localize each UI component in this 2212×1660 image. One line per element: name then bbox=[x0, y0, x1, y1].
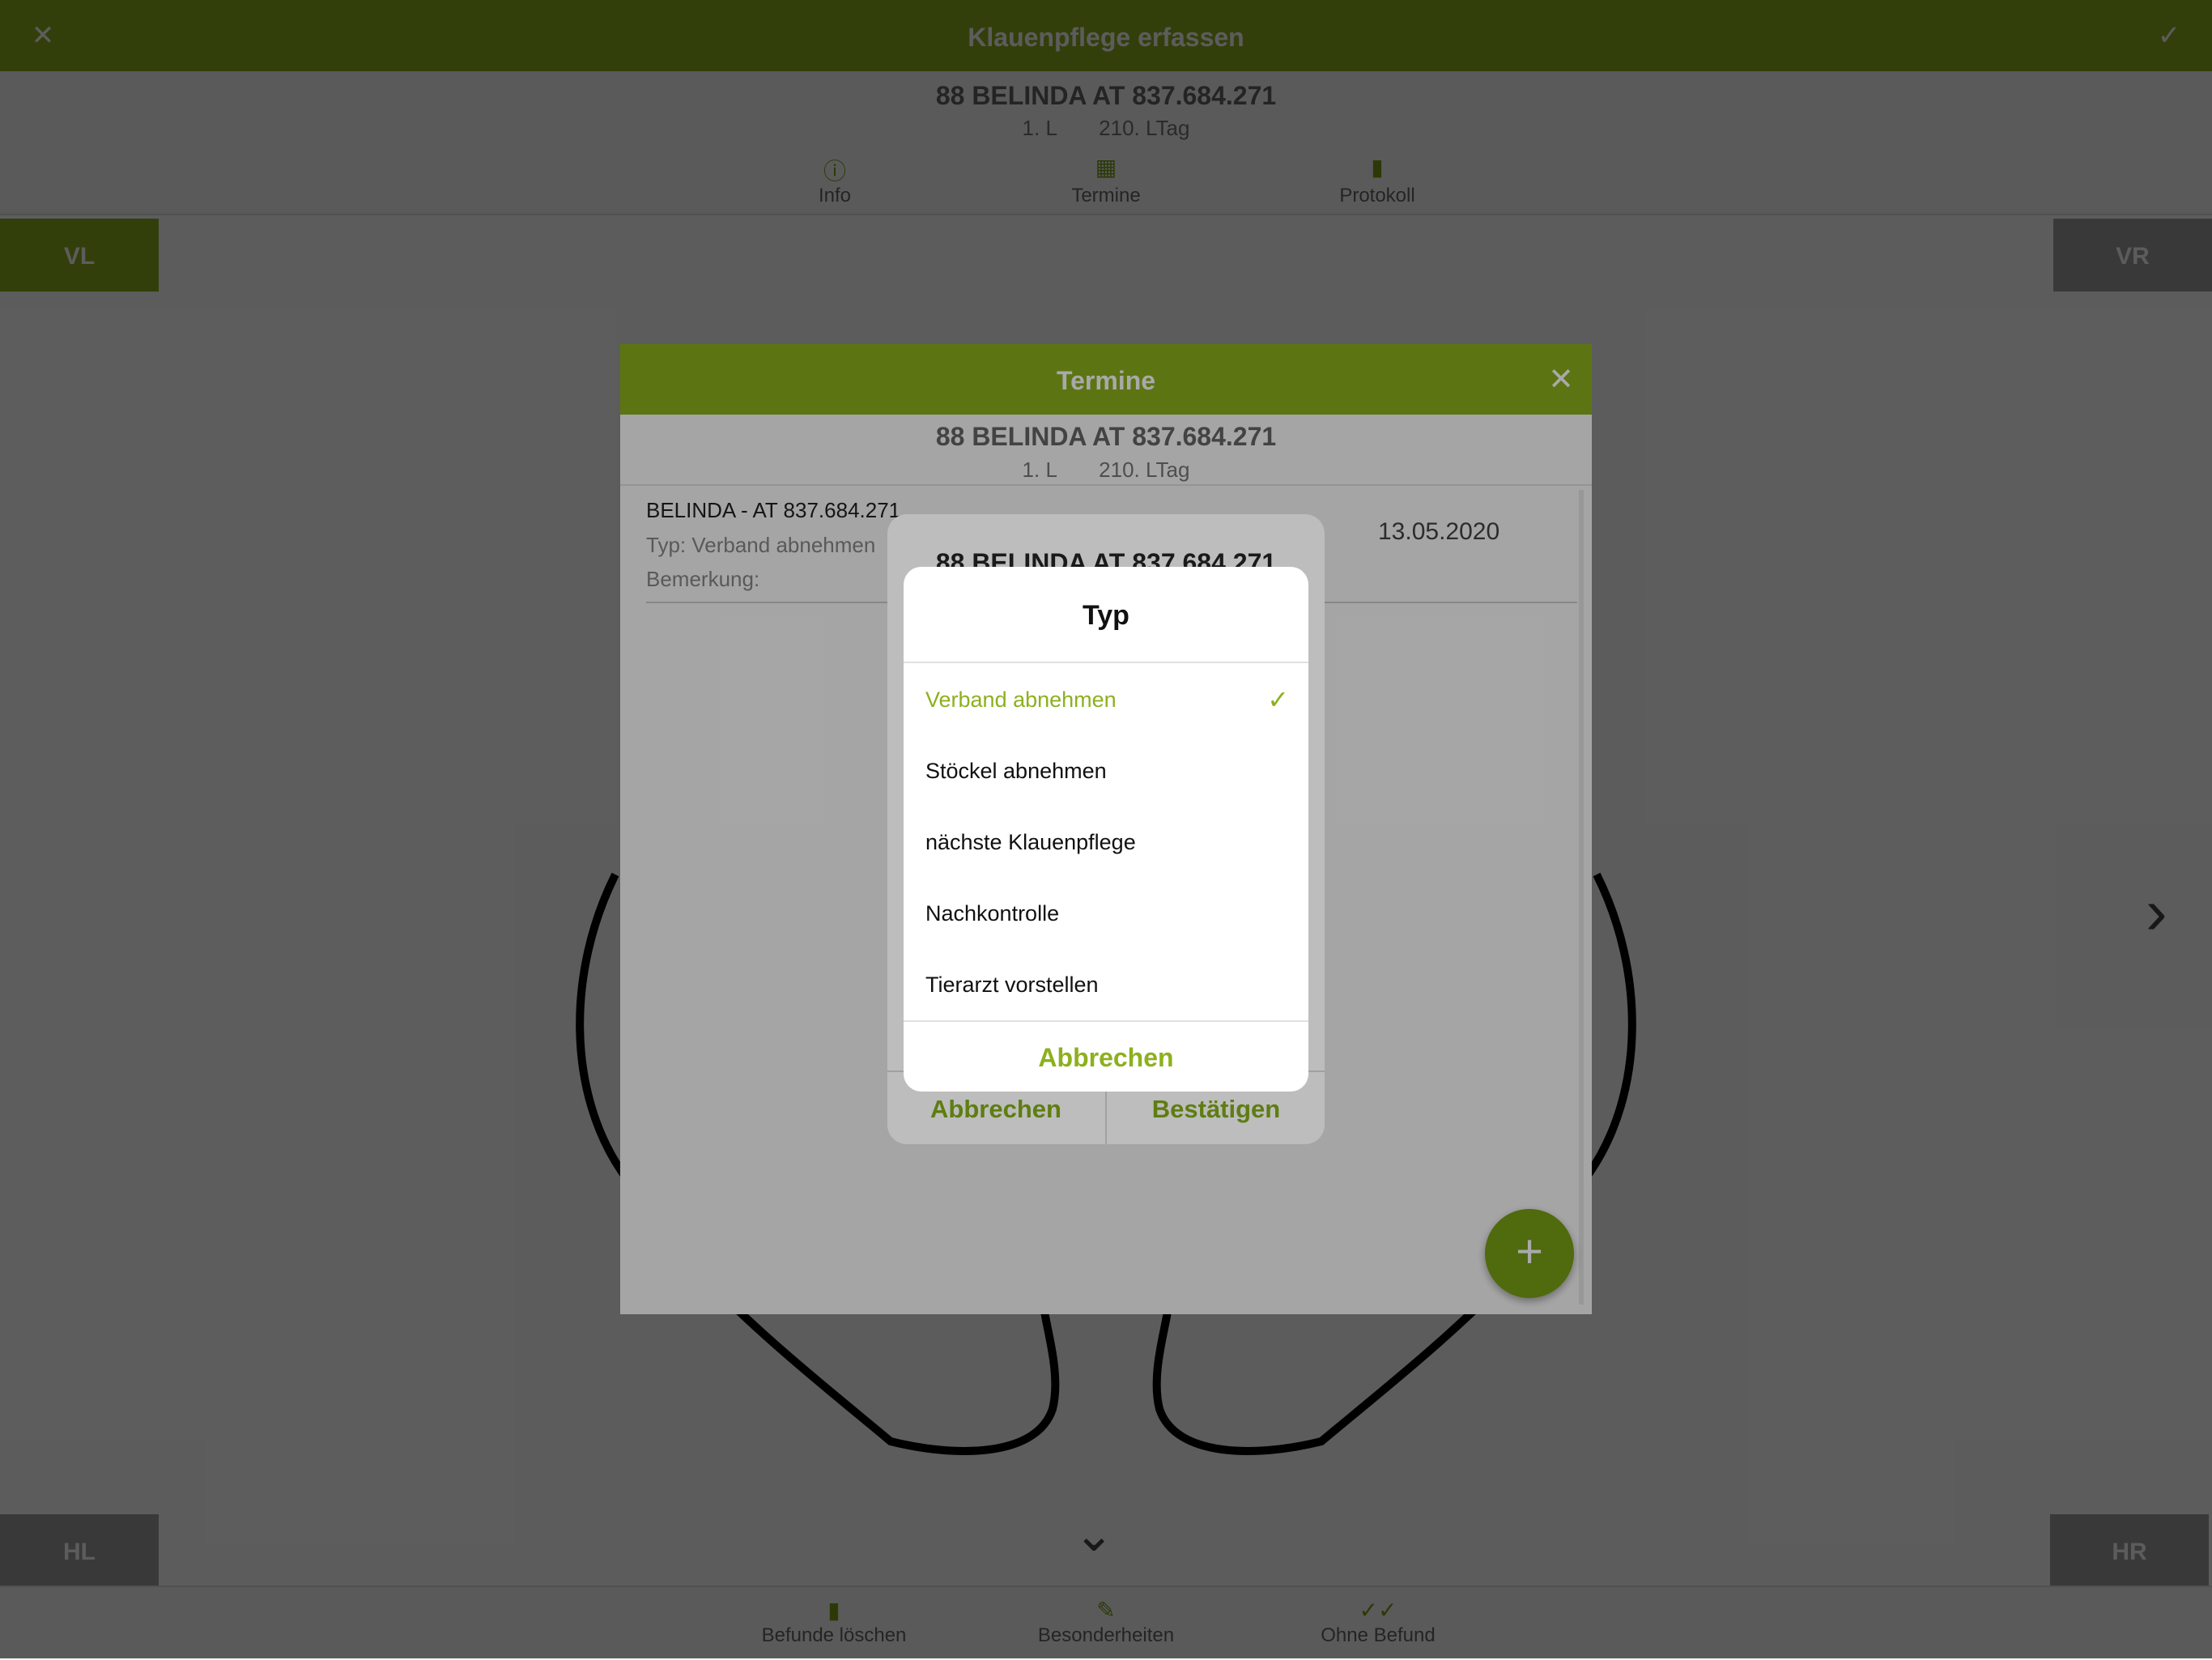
picker-cancel-button[interactable]: Abbrechen bbox=[904, 1022, 1308, 1092]
option-label: Verband abnehmen bbox=[925, 687, 1117, 712]
option-label: Stöckel abnehmen bbox=[925, 759, 1107, 783]
type-picker-title: Typ bbox=[904, 567, 1308, 663]
option-label: Tierarzt vorstellen bbox=[925, 973, 1099, 997]
type-option-naechste-klauenpflege[interactable]: nächste Klauenpflege bbox=[904, 807, 1308, 878]
type-option-stoeckel-abnehmen[interactable]: Stöckel abnehmen bbox=[904, 735, 1308, 807]
type-option-nachkontrolle[interactable]: Nachkontrolle bbox=[904, 878, 1308, 949]
option-label: Nachkontrolle bbox=[925, 901, 1060, 926]
option-label: nächste Klauenpflege bbox=[925, 830, 1136, 854]
type-option-tierarzt-vorstellen[interactable]: Tierarzt vorstellen bbox=[904, 949, 1308, 1020]
check-icon: ✓ bbox=[1267, 685, 1289, 714]
type-picker-sheet: Typ Verband abnehmen ✓ Stöckel abnehmen … bbox=[904, 567, 1308, 1092]
type-option-verband-abnehmen[interactable]: Verband abnehmen ✓ bbox=[904, 664, 1308, 735]
